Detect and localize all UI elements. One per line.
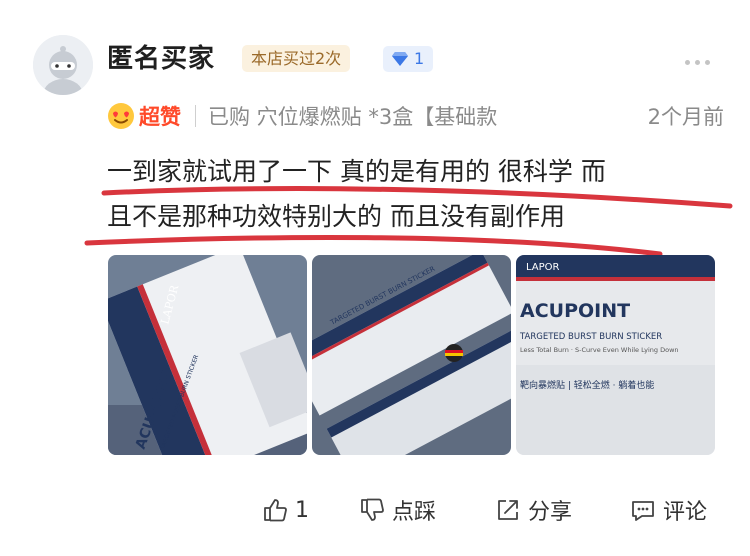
photo3-cn-label: 靶向暴燃贴 | 轻松全燃 · 躺着也能 [520,379,654,391]
dislike-button[interactable]: 点踩 [358,493,436,527]
share-label: 分享 [528,500,573,525]
thumbs-up-icon [264,499,287,522]
member-level-badge: 1 [383,46,434,72]
purchased-variant: 已购 穴位爆燃贴 *3盒【基础款 [208,105,498,129]
review-text: 一到家就试用了一下 真的是有用的 很科学 而 且不是那种功效特别大的 而且没有副… [107,149,727,239]
product-box-image: TARGETED BURST BURN STICKER [312,255,511,455]
review-photo-3[interactable]: LAPOR ACUPOINT TARGETED BURST BURN STICK… [516,255,715,455]
photo3-title: ACUPOINT [520,300,630,322]
review-photo-2[interactable]: TARGETED BURST BURN STICKER [312,255,511,455]
review-meta-row: 超赞 已购 穴位爆燃贴 *3盒【基础款 2个月前 [107,100,724,132]
comment-button[interactable]: 评论 [629,493,707,527]
review-time: 2个月前 [647,105,724,129]
avatar[interactable] [33,35,93,95]
more-options-icon[interactable] [685,60,710,65]
dislike-label: 点踩 [392,500,437,525]
heart-eyes-emoji-icon [108,103,134,129]
rating-label: 超赞 [139,105,181,129]
thumbs-down-icon [361,498,384,521]
product-box-image: LAPOR ACUPOINT TARGETED BURST BURN STICK… [108,255,307,455]
review-photo-1[interactable]: LAPOR ACUPOINT TARGETED BURST BURN STICK… [108,255,307,455]
member-level-count: 1 [414,49,425,68]
review-line-2: 且不是那种功效特别大的 而且没有副作用 [107,202,565,231]
anonymous-avatar-icon [33,35,93,95]
product-box-image: LAPOR ACUPOINT TARGETED BURST BURN STICK… [516,255,715,455]
share-icon [498,500,518,520]
share-button[interactable]: 分享 [494,493,572,527]
review-line-1: 一到家就试用了一下 真的是有用的 很科学 而 [107,157,606,186]
comment-label: 评论 [663,500,708,525]
meta-divider [195,105,196,127]
photo3-tagline: Less Total Burn · S-Curve Even While Lyi… [520,346,679,354]
username: 匿名买家 [107,44,216,74]
diamond-icon [392,52,408,66]
photo3-brand: LAPOR [526,262,560,273]
photo3-subtitle: TARGETED BURST BURN STICKER [519,332,662,342]
like-button[interactable]: 1 [261,493,309,527]
comment-icon [632,501,654,521]
like-count: 1 [295,497,309,523]
purchase-count-badge: 本店买过2次 [242,45,351,72]
